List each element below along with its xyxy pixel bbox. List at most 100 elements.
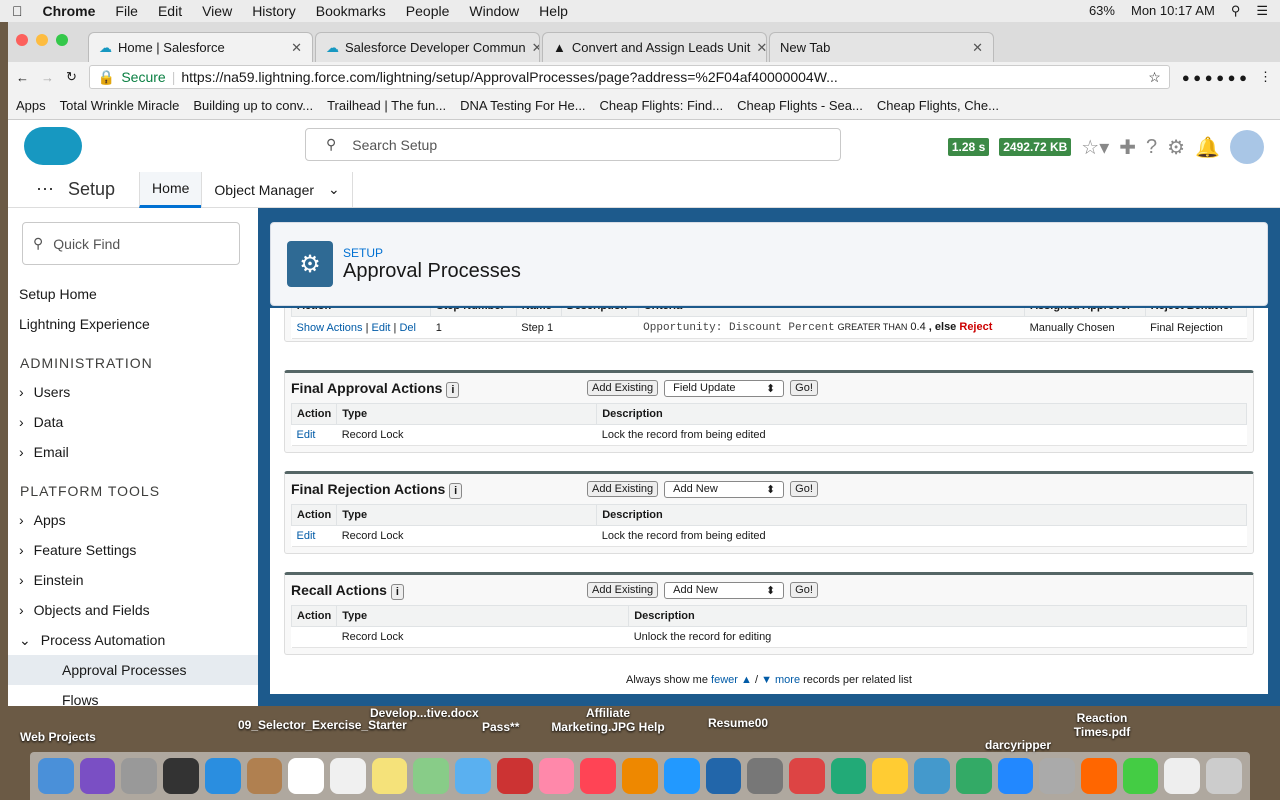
avatar[interactable] <box>1230 130 1264 164</box>
firefox-icon[interactable] <box>1080 758 1117 794</box>
sidebar-item-users[interactable]: › Users <box>8 377 258 407</box>
system-preferences-icon[interactable] <box>747 758 783 794</box>
desktop-item[interactable]: Web Projects <box>20 730 96 744</box>
sidebar-item-data[interactable]: › Data <box>8 407 258 437</box>
sidebar-item-objects-fields[interactable]: › Objects and Fields <box>8 595 258 625</box>
desktop-item[interactable]: Develop...tive.docx <box>370 706 479 720</box>
app-icon[interactable] <box>872 758 909 794</box>
add-existing-button[interactable]: Add Existing <box>587 380 659 396</box>
reminders-icon[interactable] <box>330 758 366 794</box>
itunes-icon[interactable] <box>580 758 617 794</box>
app-icon[interactable] <box>955 758 992 794</box>
forward-icon[interactable]: → <box>41 70 54 85</box>
info-icon[interactable]: i <box>446 382 460 398</box>
word-icon[interactable] <box>705 758 742 794</box>
edit-link[interactable]: Edit <box>297 429 316 441</box>
sidebar-item-process-automation[interactable]: ⌄ Process Automation <box>8 625 258 655</box>
powerpoint-icon[interactable] <box>788 758 825 794</box>
chrome-menu-icon[interactable]: ⋮ <box>1259 69 1272 85</box>
go-button[interactable]: Go! <box>790 481 818 497</box>
calendar-icon[interactable] <box>288 758 325 794</box>
approval-process-detail[interactable]: ActionStep NumberNameDescriptionCriteria… <box>270 308 1268 694</box>
clock[interactable]: Mon 10:17 AM <box>1131 3 1215 19</box>
bookmark-star-icon[interactable]: ☆ <box>1148 69 1161 86</box>
photo-booth-icon[interactable] <box>496 758 533 794</box>
launchpad-icon[interactable] <box>121 758 158 794</box>
add-existing-button[interactable]: Add Existing <box>587 582 659 598</box>
sidebar-item-email[interactable]: › Email <box>8 437 258 467</box>
app-icon[interactable] <box>163 758 199 794</box>
quick-find-input[interactable]: ⚲ Quick Find <box>22 222 240 265</box>
menu-bookmarks[interactable]: Bookmarks <box>316 3 386 19</box>
zoom-icon[interactable] <box>997 758 1034 794</box>
bookmark-item[interactable]: DNA Testing For He... <box>460 98 585 113</box>
action-type-select[interactable]: Add New ⬍ <box>664 581 785 599</box>
add-icon[interactable]: ✚ <box>1119 135 1136 160</box>
sidebar-item-flows[interactable]: Flows <box>8 685 258 706</box>
action-type-select[interactable]: Field Update ⬍ <box>664 379 785 397</box>
app-icon[interactable] <box>1039 758 1075 794</box>
menu-edit[interactable]: Edit <box>158 3 182 19</box>
tab-developer-community[interactable]: ☁Salesforce Developer Commun✕ <box>315 32 540 62</box>
delete-link[interactable]: Del <box>399 322 416 334</box>
desktop-item[interactable]: Pass** <box>482 720 519 734</box>
bell-icon[interactable]: 🔔 <box>1195 135 1220 160</box>
notes-icon[interactable] <box>371 758 408 794</box>
tab-object-manager[interactable]: Object Manager ⌄ <box>201 171 353 208</box>
tab-home[interactable]: Home <box>139 171 202 208</box>
menu-list-icon[interactable]: ☰ <box>1256 3 1268 19</box>
search-setup-input[interactable]: ⚲ Search Setup <box>305 128 841 161</box>
siri-icon[interactable] <box>79 758 116 794</box>
menu-help[interactable]: Help <box>539 3 568 19</box>
battery-percent[interactable]: 63% <box>1089 3 1115 19</box>
finder-icon[interactable] <box>38 758 74 794</box>
bookmark-item[interactable]: Cheap Flights, Che... <box>877 98 999 113</box>
app-store-icon[interactable] <box>663 758 700 794</box>
menu-view[interactable]: View <box>202 3 232 19</box>
sidebar-item-apps[interactable]: › Apps <box>8 505 258 535</box>
info-icon[interactable]: i <box>449 483 463 499</box>
chrome-icon[interactable] <box>1122 758 1159 794</box>
ibooks-icon[interactable] <box>622 758 658 794</box>
desktop-item[interactable]: darcyripper <box>985 738 1051 752</box>
help-icon[interactable]: ? <box>1146 136 1157 159</box>
action-type-select[interactable]: Add New ⬍ <box>664 480 785 498</box>
salesforce-logo[interactable] <box>24 127 82 165</box>
address-bar[interactable]: 🔒 Secure | https://na59.lightning.force.com… <box>88 65 1170 89</box>
sidebar-setup-home[interactable]: Setup Home <box>8 279 258 309</box>
menu-history[interactable]: History <box>252 3 296 19</box>
show-actions-link[interactable]: Show Actions <box>297 322 363 334</box>
extensions-icon[interactable]: ● ● ● ● ● ● <box>1182 70 1247 85</box>
edit-link[interactable]: Edit <box>372 322 391 334</box>
trash-icon[interactable] <box>1206 758 1242 794</box>
edit-link[interactable]: Edit <box>297 530 316 542</box>
add-existing-button[interactable]: Add Existing <box>587 481 659 497</box>
menu-app[interactable]: Chrome <box>43 3 96 19</box>
app-icon[interactable] <box>246 758 283 794</box>
maximize-window-button[interactable] <box>56 34 68 46</box>
app-icon[interactable] <box>914 758 950 794</box>
reload-icon[interactable]: ↻ <box>66 69 77 85</box>
desktop-item[interactable]: 09_Selector_Exercise_Starter <box>238 718 407 732</box>
close-tab-icon[interactable]: ✕ <box>756 40 766 56</box>
fewer-link[interactable]: fewer ▲ <box>711 674 752 686</box>
bookmark-item[interactable]: Trailhead | The fun... <box>327 98 446 113</box>
minimize-window-button[interactable] <box>36 34 48 46</box>
photos-icon[interactable] <box>538 758 575 794</box>
messages-icon[interactable] <box>455 758 491 794</box>
desktop-item[interactable]: Resume00 <box>708 716 768 730</box>
bookmark-item[interactable]: Cheap Flights: Find... <box>600 98 724 113</box>
app-icon[interactable] <box>1164 758 1201 794</box>
close-tab-icon[interactable]: ✕ <box>291 40 302 56</box>
close-window-button[interactable] <box>16 34 28 46</box>
bookmark-item[interactable]: Building up to conv... <box>193 98 313 113</box>
gear-icon[interactable]: ⚙ <box>1167 135 1185 160</box>
desktop-item[interactable]: Reaction Times.pdf <box>1062 711 1142 739</box>
menu-file[interactable]: File <box>115 3 138 19</box>
search-icon[interactable]: ⚲ <box>1231 3 1241 19</box>
sidebar-lightning-experience[interactable]: Lightning Experience <box>8 309 258 339</box>
safari-icon[interactable] <box>204 758 241 794</box>
tab-new-tab[interactable]: New Tab ✕ <box>769 32 994 62</box>
sidebar-item-feature-settings[interactable]: › Feature Settings <box>8 535 258 565</box>
menu-window[interactable]: Window <box>469 3 519 19</box>
